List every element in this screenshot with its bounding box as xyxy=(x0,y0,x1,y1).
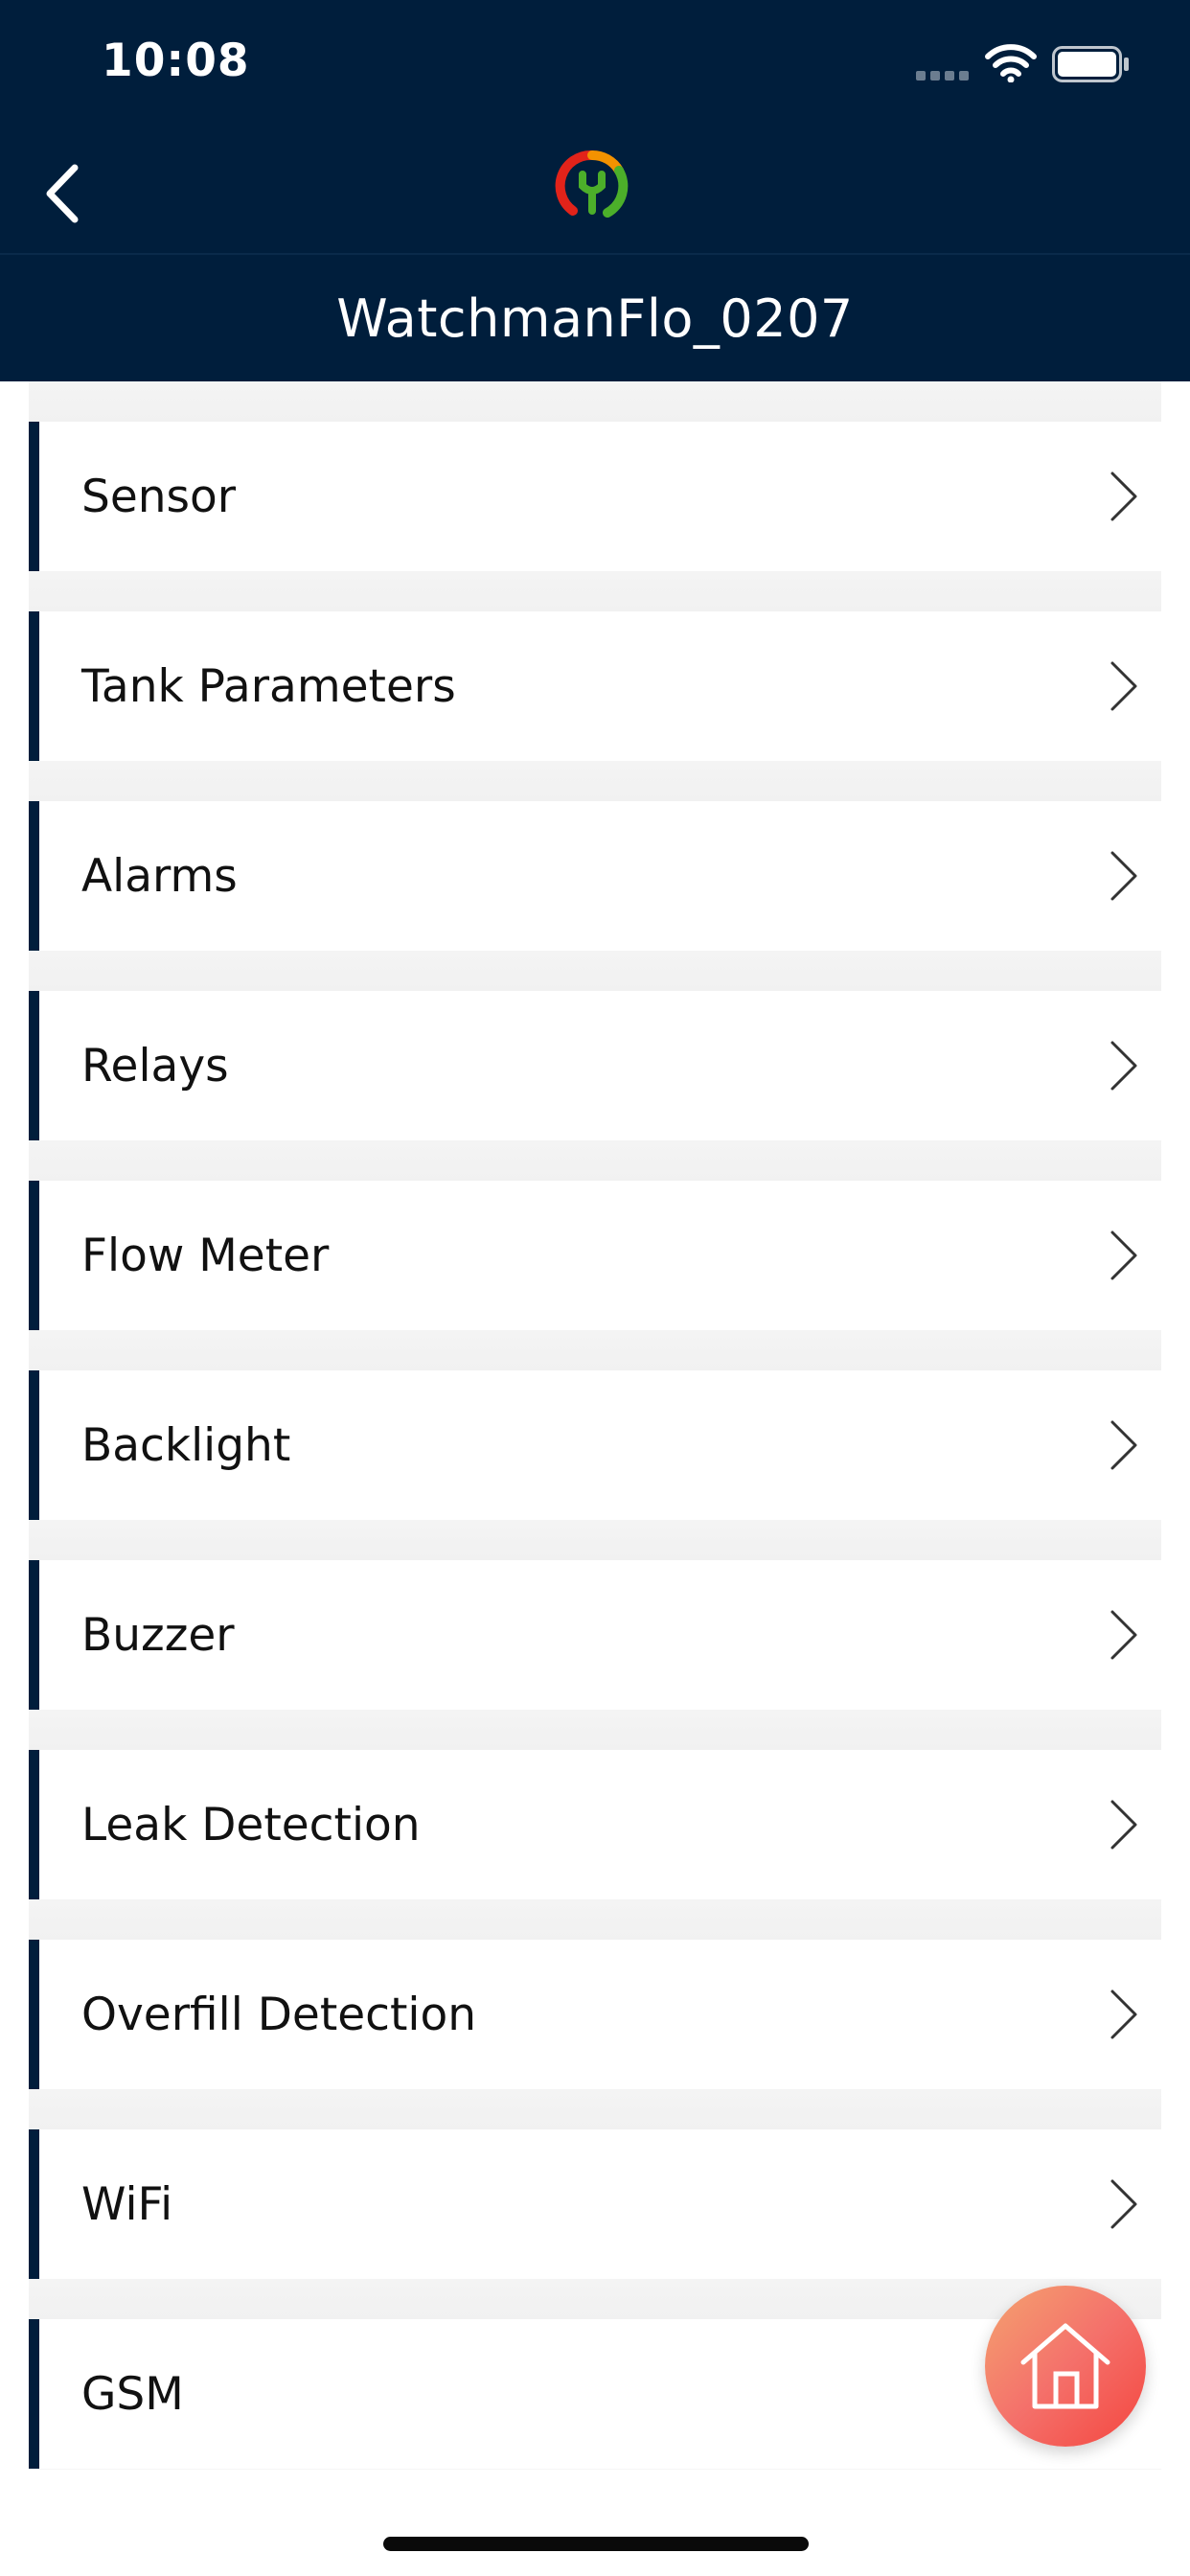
status-time: 10:08 xyxy=(102,34,250,87)
back-button[interactable] xyxy=(27,157,96,230)
status-bar: 10:08 xyxy=(0,0,1190,134)
settings-item-label: Overfill Detection xyxy=(81,1988,477,2041)
chevron-right-icon xyxy=(1110,851,1137,901)
chevron-right-icon xyxy=(1110,2179,1137,2229)
navigation-bar xyxy=(0,134,1190,253)
settings-item-relays[interactable]: Relays xyxy=(29,951,1161,1140)
row-separator xyxy=(29,2089,1161,2129)
row-separator xyxy=(29,1520,1161,1560)
row-separator xyxy=(29,571,1161,611)
settings-item-label: Leak Detection xyxy=(81,1798,421,1852)
settings-item-label: Backlight xyxy=(81,1418,291,1472)
row-separator xyxy=(29,381,1161,422)
settings-item-label: Sensor xyxy=(81,470,237,523)
row-separator xyxy=(29,761,1161,801)
settings-item-label: Relays xyxy=(81,1039,229,1092)
settings-item-label: GSM xyxy=(81,2367,184,2421)
settings-item-flow-meter[interactable]: Flow Meter xyxy=(29,1140,1161,1330)
home-icon xyxy=(1020,2323,1110,2409)
row-separator xyxy=(29,1899,1161,1940)
settings-item-card[interactable]: Buzzer xyxy=(29,1560,1161,1710)
chevron-right-icon xyxy=(1110,1610,1137,1660)
settings-item-label: Flow Meter xyxy=(81,1229,330,1282)
settings-item-overfill-detection[interactable]: Overfill Detection xyxy=(29,1899,1161,2089)
settings-item-sensor[interactable]: Sensor xyxy=(29,381,1161,571)
device-settings-screen: 10:08 WatchmanFlo_0207 Sensor Tank Param… xyxy=(0,0,1190,2576)
chevron-right-icon xyxy=(1110,472,1137,521)
settings-item-wifi[interactable]: WiFi xyxy=(29,2089,1161,2279)
row-separator xyxy=(29,1330,1161,1370)
home-indicator[interactable] xyxy=(383,2537,809,2551)
settings-item-card[interactable]: WiFi xyxy=(29,2129,1161,2279)
settings-item-card[interactable]: Leak Detection xyxy=(29,1750,1161,1899)
wifi-icon xyxy=(985,44,1037,82)
chevron-right-icon xyxy=(1110,1800,1137,1850)
chevron-right-icon xyxy=(1110,1990,1137,2039)
chevron-right-icon xyxy=(1110,1041,1137,1091)
settings-item-leak-detection[interactable]: Leak Detection xyxy=(29,1710,1161,1899)
settings-item-buzzer[interactable]: Buzzer xyxy=(29,1520,1161,1710)
device-title: WatchmanFlo_0207 xyxy=(336,288,854,349)
app-header: 10:08 WatchmanFlo_0207 xyxy=(0,0,1190,381)
settings-item-card[interactable]: Tank Parameters xyxy=(29,611,1161,761)
settings-item-label: WiFi xyxy=(81,2177,173,2231)
row-separator xyxy=(29,2279,1161,2319)
signal-dots-icon xyxy=(916,71,969,80)
settings-item-card[interactable]: Sensor xyxy=(29,422,1161,571)
settings-item-card[interactable]: Relays xyxy=(29,991,1161,1140)
settings-item-card[interactable]: Flow Meter xyxy=(29,1181,1161,1330)
settings-item-backlight[interactable]: Backlight xyxy=(29,1330,1161,1520)
settings-item-card[interactable]: Backlight xyxy=(29,1370,1161,1520)
settings-item-label: Alarms xyxy=(81,849,238,903)
battery-icon xyxy=(1052,46,1129,82)
home-button[interactable] xyxy=(985,2286,1146,2447)
watchman-logo-icon xyxy=(555,150,629,218)
settings-item-tank-parameters[interactable]: Tank Parameters xyxy=(29,571,1161,761)
settings-item-card[interactable]: Alarms xyxy=(29,801,1161,951)
row-separator xyxy=(29,951,1161,991)
chevron-right-icon xyxy=(1110,661,1137,711)
settings-item-label: Tank Parameters xyxy=(81,659,456,713)
row-separator xyxy=(29,1140,1161,1181)
chevron-right-icon xyxy=(1110,1420,1137,1470)
settings-item-label: Buzzer xyxy=(81,1608,235,1662)
chevron-right-icon xyxy=(1110,1230,1137,1280)
settings-item-card[interactable]: Overfill Detection xyxy=(29,1940,1161,2089)
chevron-left-icon xyxy=(46,164,79,223)
row-separator xyxy=(29,1710,1161,1750)
settings-item-alarms[interactable]: Alarms xyxy=(29,761,1161,951)
